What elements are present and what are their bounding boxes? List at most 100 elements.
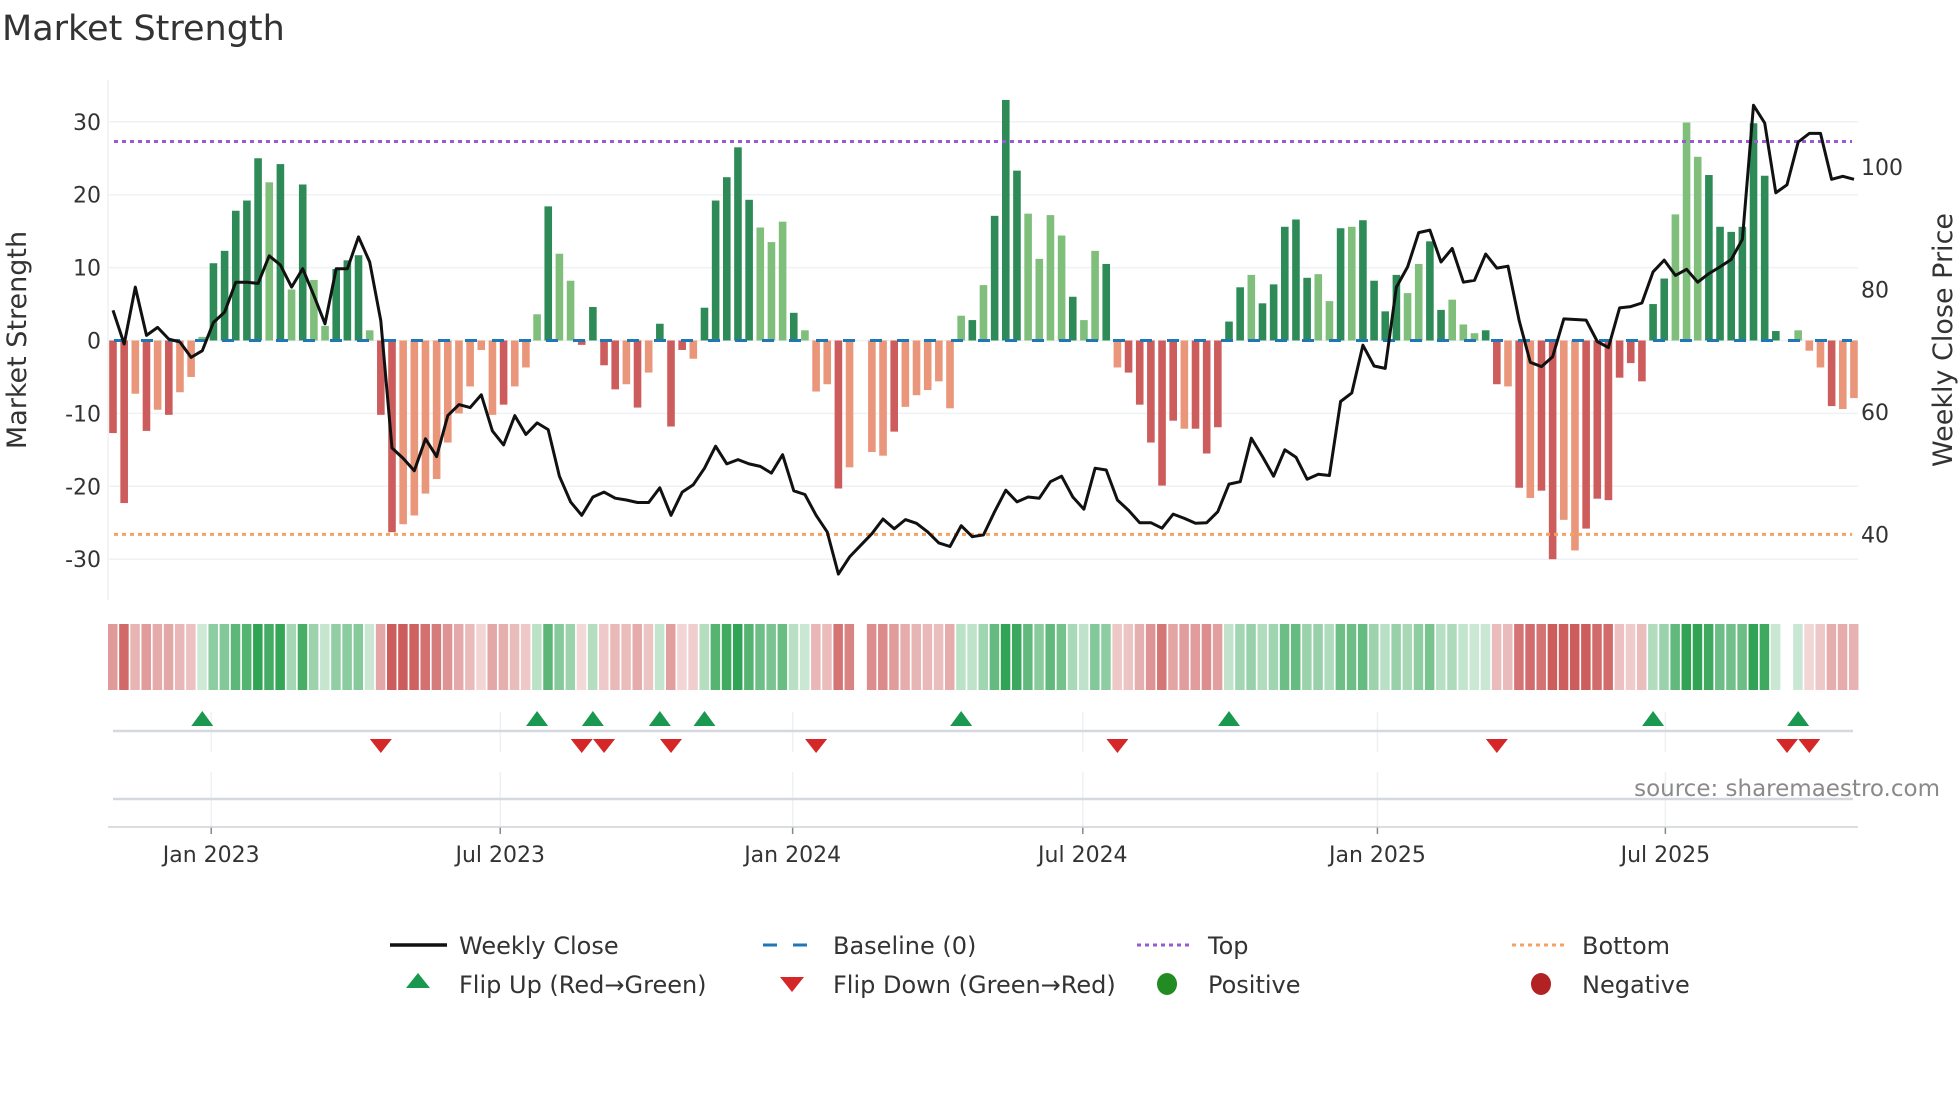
strip-cell xyxy=(1793,624,1803,690)
strip-cell xyxy=(520,624,531,690)
strip-cell xyxy=(1536,624,1546,690)
strength-bar xyxy=(1615,340,1624,378)
strength-bar xyxy=(343,260,352,341)
strip-cell xyxy=(1268,624,1279,690)
legend-item-top[interactable]: Top xyxy=(1137,932,1249,960)
strip-cell xyxy=(1369,624,1379,690)
strip-cell xyxy=(1112,624,1122,690)
strip-cell xyxy=(587,624,598,690)
strip-cell xyxy=(777,624,788,690)
strength-bar xyxy=(1459,324,1468,341)
strength-bar xyxy=(1024,213,1032,341)
strength-bar xyxy=(1772,331,1780,341)
strip-cell xyxy=(532,624,542,690)
strength-bar xyxy=(131,340,140,394)
strip-cell xyxy=(889,624,899,690)
legend-item-weekly-close[interactable]: Weekly Close xyxy=(390,932,619,960)
legend-item-bottom[interactable]: Bottom xyxy=(1512,932,1670,960)
strength-bar xyxy=(1191,340,1200,429)
strip-cell xyxy=(1648,624,1658,690)
strength-bar xyxy=(812,340,820,392)
strip-cell xyxy=(811,624,821,690)
strength-bar xyxy=(957,315,965,341)
strength-bar xyxy=(1805,340,1814,351)
strength-bar xyxy=(890,340,898,432)
x-tick-label: Jan 2025 xyxy=(1327,843,1426,868)
strength-bar xyxy=(834,340,843,489)
flip-down-marker xyxy=(369,739,392,753)
strength-bar xyxy=(756,227,765,341)
strip-cell xyxy=(197,624,207,690)
strength-bar xyxy=(1147,340,1155,443)
legend-item-baseline[interactable]: Baseline (0) xyxy=(763,932,976,960)
strip-cell xyxy=(476,624,486,690)
flip-up-marker xyxy=(950,711,973,726)
strength-bar xyxy=(522,340,530,368)
strength-bar xyxy=(868,340,876,453)
strip-cell xyxy=(1547,624,1558,690)
strength-bar xyxy=(1626,340,1635,364)
strip-cell xyxy=(342,624,352,690)
strength-bar xyxy=(689,340,698,359)
strip-cell xyxy=(320,624,330,690)
strength-bar xyxy=(1080,320,1088,341)
strip-cell xyxy=(911,624,922,690)
strip-cell xyxy=(1514,624,1524,690)
legend-item-positive[interactable]: Positive xyxy=(1157,971,1301,999)
legend-label: Flip Up (Red→Green) xyxy=(459,971,707,999)
strip-cell xyxy=(331,624,341,690)
strip-cell xyxy=(152,624,163,690)
strength-bar xyxy=(1426,241,1434,341)
strength-bar xyxy=(1682,122,1691,341)
strength-bar xyxy=(1515,340,1523,488)
strip-cell xyxy=(1045,624,1055,690)
flip-up-marker xyxy=(1787,711,1810,726)
legend-item-negative[interactable]: Negative xyxy=(1531,971,1690,999)
strength-bar xyxy=(165,340,173,415)
strength-bar xyxy=(566,280,575,341)
strength-bar xyxy=(1292,219,1300,341)
strength-bar xyxy=(354,255,363,341)
strip-cell xyxy=(1056,624,1067,690)
source-label: source: sharemaestro.com xyxy=(1634,776,1940,802)
strength-heat-strip xyxy=(108,624,1859,690)
strip-cell xyxy=(1391,624,1401,690)
strength-bar xyxy=(1794,330,1802,341)
strip-cell xyxy=(1625,624,1636,690)
strength-bar xyxy=(231,210,240,341)
strip-cell xyxy=(275,624,285,690)
legend-item-flip-down[interactable]: Flip Down (Green→Red) xyxy=(780,971,1116,999)
strength-bar xyxy=(220,250,229,341)
strength-bar xyxy=(1381,311,1390,341)
strip-cell xyxy=(1380,624,1390,690)
strip-cell xyxy=(1458,624,1468,690)
strength-bar xyxy=(421,340,430,494)
strength-bar xyxy=(923,340,932,391)
strip-cell xyxy=(1681,624,1692,690)
strip-cell xyxy=(453,624,464,690)
strength-bar xyxy=(1448,299,1456,341)
strength-bar xyxy=(1705,175,1713,341)
strip-cell xyxy=(1469,624,1480,690)
strip-cell xyxy=(833,624,843,690)
legend-item-flip-up[interactable]: Flip Up (Red→Green) xyxy=(406,971,707,999)
strength-bar xyxy=(410,340,419,516)
strength-bar xyxy=(1660,278,1669,341)
flip-down-marker xyxy=(593,739,616,753)
strip-cell xyxy=(654,624,665,690)
strip-cell xyxy=(1826,624,1837,690)
strength-bar xyxy=(1269,284,1278,341)
strip-cell xyxy=(755,624,765,690)
strength-bar xyxy=(1760,175,1769,341)
strength-bar xyxy=(254,158,262,341)
strength-bar xyxy=(1057,235,1066,341)
strength-bar xyxy=(1169,340,1177,421)
strip-cell xyxy=(1804,624,1814,690)
strength-bar xyxy=(767,242,776,341)
strength-bar xyxy=(488,340,497,415)
flip-down-marker xyxy=(570,739,593,753)
strength-bar xyxy=(644,340,653,373)
strength-bar xyxy=(1839,340,1847,410)
strength-bar xyxy=(287,289,296,341)
flip-down-marker xyxy=(1485,739,1508,753)
